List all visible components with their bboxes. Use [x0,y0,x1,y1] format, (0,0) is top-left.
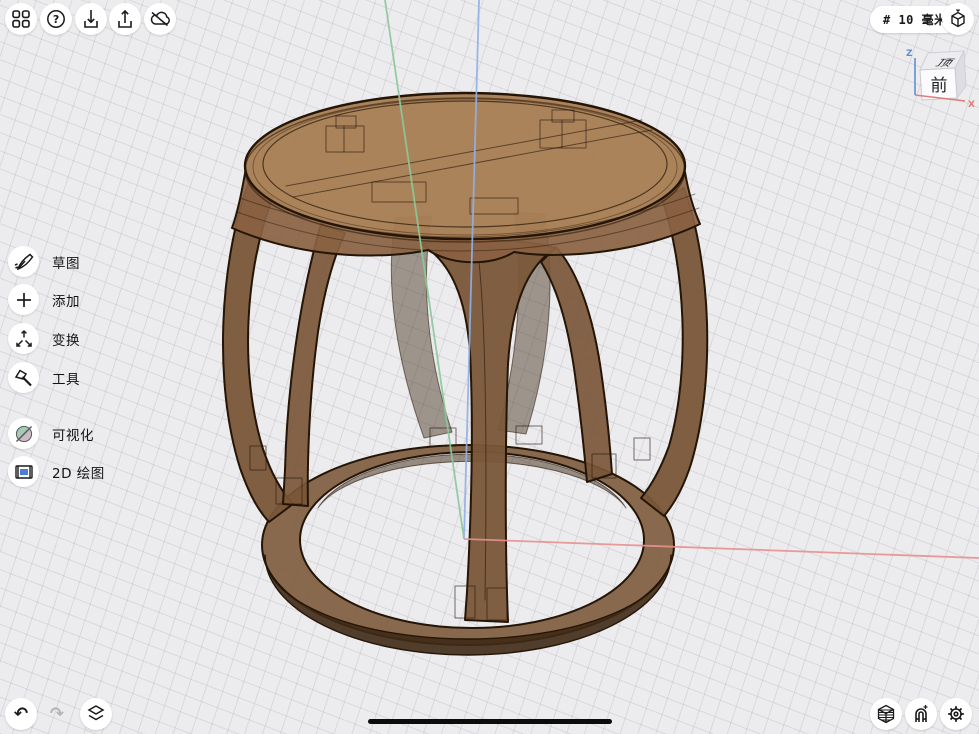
sidebar-item-label: 变换 [52,329,80,349]
help-icon: ? [44,7,68,31]
sketch-pen-icon [13,251,35,273]
transform-arrows-icon [13,328,35,350]
apps-grid-icon [9,7,33,31]
view-cube[interactable]: 顶 前 Z X [895,42,977,114]
redo-button[interactable]: ↷ [41,698,73,730]
export-icon [113,7,137,31]
sidebar-item-transform[interactable]: 变换 [8,323,80,354]
undo-button[interactable]: ↶ [5,698,37,730]
redo-icon: ↷ [50,706,64,723]
settings-gear-icon [944,702,968,726]
sidebar-item-label: 可视化 [52,424,94,444]
sidebar-item-label: 添加 [52,290,80,310]
help-button[interactable]: ? [40,3,72,35]
sidebar-item-visualization[interactable]: 可视化 [8,418,94,449]
drawing-2d-icon [13,461,35,483]
settings-button[interactable] [940,698,972,730]
shaded-view-button[interactable] [870,698,902,730]
sidebar-item-add[interactable]: 添加 [8,284,80,315]
app-window: ? # 10 毫米 顶 前 Z X [0,0,979,734]
sidebar-item-tools[interactable]: 工具 [8,362,80,393]
drum-stool-model[interactable] [223,93,707,655]
import-button[interactable] [75,3,107,35]
cloud-offline-icon [148,7,172,31]
x-axis-line [464,539,979,558]
stool-foot-ring [262,445,674,655]
orientation-button[interactable] [942,3,974,35]
view-cube-front-label: 前 [931,76,948,96]
svg-text:?: ? [53,13,59,26]
shaded-view-icon [874,702,898,726]
sidebar-item-sketch[interactable]: 草图 [8,246,80,277]
axon-cube-icon [946,7,970,31]
plus-icon [13,289,35,311]
visualization-sphere-icon [13,423,35,445]
undo-icon: ↶ [14,706,28,723]
snap-magnet-icon [909,702,933,726]
layers-button[interactable] [80,698,112,730]
cloud-offline-button[interactable] [144,3,176,35]
layers-icon [84,702,108,726]
apps-grid-button[interactable] [5,3,37,35]
tools-hammer-icon [13,367,35,389]
home-indicator[interactable] [368,719,612,724]
grid-size-label: # 10 毫米 [883,11,947,28]
export-button[interactable] [109,3,141,35]
sidebar-item-label: 工具 [52,368,80,388]
view-cube-z-label: Z [906,49,913,59]
sidebar-item-2d-drawing[interactable]: 2D 绘图 [8,456,105,487]
sidebar-item-label: 草图 [52,252,80,272]
view-cube-x-label: X [968,100,975,110]
viewport-canvas[interactable] [0,0,979,734]
sidebar-item-label: 2D 绘图 [52,462,105,482]
import-icon [79,7,103,31]
snap-magnet-button[interactable] [905,698,937,730]
